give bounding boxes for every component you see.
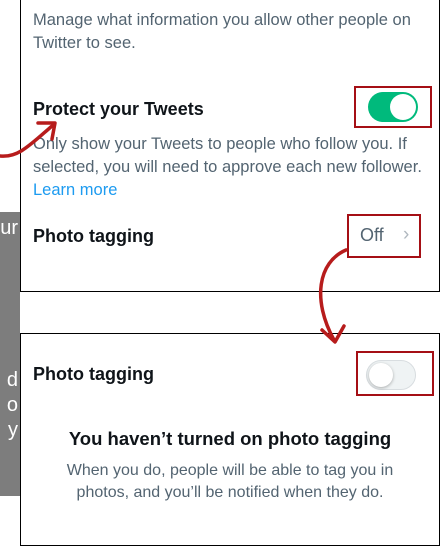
- photo-tagging-title: Photo tagging: [33, 364, 154, 384]
- empty-state-title: You haven’t turned on photo tagging: [68, 428, 392, 449]
- photo-tagging-row-label[interactable]: Photo tagging: [33, 226, 154, 247]
- side-caption-fragment: o: [6, 394, 18, 416]
- intro-text: Manage what information you allow other …: [33, 11, 411, 52]
- photo-tagging-toggle-highlight: [356, 351, 434, 396]
- empty-state-description: When you do, people will be able to tag …: [66, 462, 394, 501]
- learn-more-link[interactable]: Learn more: [33, 181, 117, 199]
- protect-toggle-highlight: [354, 86, 432, 128]
- side-caption-fragment: ur: [0, 217, 18, 239]
- side-caption-box: ur d o y: [0, 212, 20, 496]
- protect-tweets-description-text: Only show your Tweets to people who foll…: [33, 135, 422, 176]
- protect-tweets-description: Only show your Tweets to people who foll…: [33, 133, 428, 202]
- side-caption-fragment: y: [8, 419, 18, 441]
- protect-tweets-title: Protect your Tweets: [33, 99, 204, 119]
- photo-tagging-value-highlight: [347, 214, 421, 258]
- side-caption-fragment: d: [6, 369, 18, 391]
